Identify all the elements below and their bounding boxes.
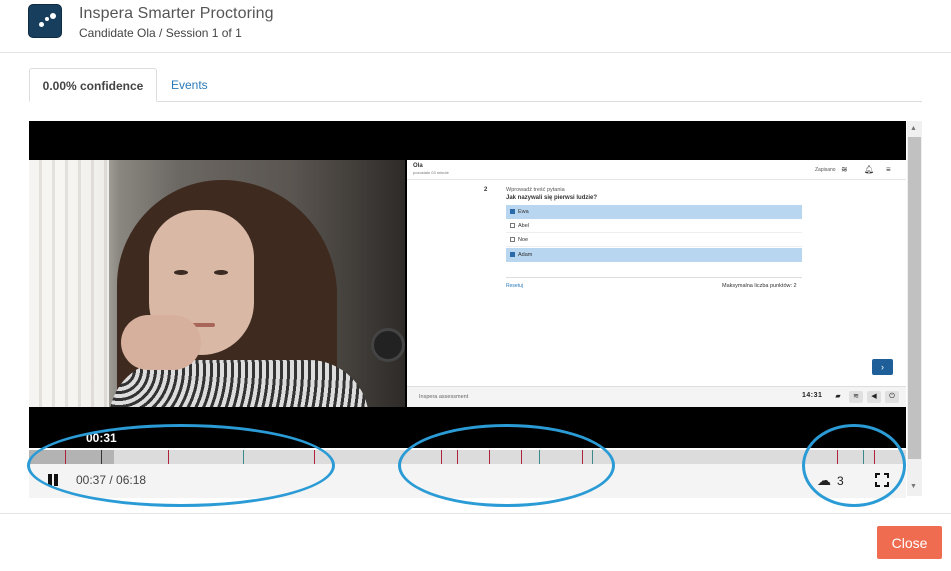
- exam-reset-link: Resetuj: [506, 283, 523, 289]
- annotation-ellipse: [802, 424, 906, 507]
- exam-question-text: Jak nazywali się pierwsi ludzie?: [506, 195, 598, 201]
- scrollbar-thumb[interactable]: [908, 137, 921, 459]
- session-breadcrumb: Candidate Ola / Session 1 of 1: [79, 26, 242, 40]
- screen-capture: Ola pozostało 03 minute Zapisano ≋ 🔔︎ ≡ …: [407, 160, 906, 407]
- bell-icon: 🔔︎: [864, 165, 875, 174]
- exam-instruction: Wprowadź treść pytania: [506, 187, 565, 193]
- checkbox-icon: [510, 252, 515, 257]
- inspera-logo-icon: [28, 4, 62, 38]
- close-button[interactable]: Close: [877, 526, 942, 559]
- volume-icon: ◀: [867, 391, 881, 403]
- scroll-up-icon[interactable]: ▲: [910, 125, 917, 132]
- exam-question-number: 2: [484, 187, 488, 193]
- exam-max-points: Maksymalna liczba punktów: 2: [722, 283, 797, 289]
- checkbox-icon: [510, 223, 515, 228]
- exam-option: Noe: [506, 233, 802, 247]
- checkbox-icon: [510, 209, 515, 214]
- exam-topbar: Ola pozostało 03 minute Zapisano ≋ 🔔︎ ≡: [407, 160, 906, 180]
- battery-icon: ▰: [835, 393, 841, 400]
- exam-option: Ewa: [506, 205, 802, 219]
- exam-bottombar: Inspera assessment 14:31 ▰ ≋ ◀ ⏻: [407, 386, 906, 407]
- wifi-icon: ≋: [841, 165, 848, 174]
- wifi-icon: ≋: [849, 391, 863, 403]
- exam-option: Adam: [506, 248, 802, 262]
- window-background: [29, 160, 109, 407]
- app-title: Inspera Smarter Proctoring: [79, 5, 274, 22]
- menu-icon: ≡: [886, 165, 891, 174]
- vertical-scrollbar[interactable]: ▲ ▼: [907, 121, 922, 496]
- checkbox-icon: [510, 237, 515, 242]
- app-header: Inspera Smarter Proctoring Candidate Ola…: [0, 0, 951, 53]
- annotation-ellipse: [27, 424, 335, 507]
- exam-option: Abel: [506, 219, 802, 233]
- webcam-feed: [29, 160, 405, 407]
- annotation-ellipse: [398, 424, 615, 507]
- exam-time-left: pozostało 03 minute: [413, 170, 449, 175]
- tab-events[interactable]: Events: [159, 68, 220, 102]
- tab-confidence[interactable]: 0.00% confidence: [29, 68, 157, 102]
- video-player[interactable]: Ola pozostało 03 minute Zapisano ≋ 🔔︎ ≡ …: [29, 121, 906, 448]
- tab-bar: 0.00% confidence Events: [29, 68, 922, 102]
- exam-candidate-name: Ola: [413, 163, 423, 169]
- exam-clock: 14:31: [802, 392, 823, 399]
- exam-next-button: ›: [872, 359, 893, 375]
- scroll-down-icon[interactable]: ▼: [910, 483, 917, 490]
- power-icon: ⏻: [885, 391, 899, 403]
- exam-saved-label: Zapisano: [815, 167, 836, 173]
- exam-brand: Inspera assessment: [419, 394, 469, 400]
